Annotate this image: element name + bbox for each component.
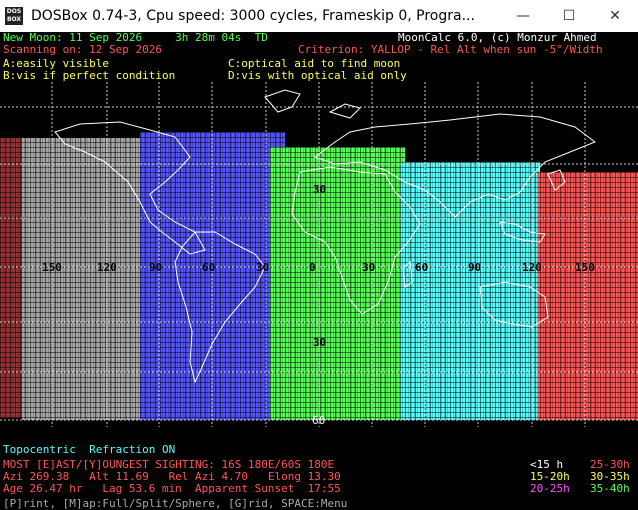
legend-d: D:vis with optical aid only bbox=[228, 69, 407, 82]
lag-legend-20-25: 20-25h bbox=[530, 482, 570, 495]
lon-label: 60 bbox=[415, 261, 428, 274]
lon-label: 150 bbox=[42, 261, 62, 274]
legend-b: B:vis if perfect condition bbox=[3, 69, 176, 82]
dos-screen: New Moon: 11 Sep 2026 3h 28m 04s TD Moon… bbox=[0, 32, 638, 510]
world-visibility-map[interactable]: 150 120 90 60 30 0 30 60 90 120 150 30 30 60 bbox=[0, 82, 638, 427]
lat-label-south: 30 bbox=[313, 336, 326, 349]
topocentric-text: Topocentric Refraction ON bbox=[3, 443, 176, 456]
window-title: DOSBox 0.74-3, Cpu speed: 3000 cycles, F… bbox=[31, 8, 475, 24]
age-text: Age 26.47 hr Lag 53.6 min Apparent Sunse… bbox=[3, 482, 341, 495]
lat-label-south-60: 60 bbox=[312, 414, 325, 427]
window-titlebar: DOS BOX DOSBox 0.74-3, Cpu speed: 3000 cy… bbox=[0, 0, 638, 32]
close-button[interactable]: ✕ bbox=[592, 0, 638, 32]
lon-label: 0 bbox=[309, 261, 316, 274]
minimize-button[interactable]: — bbox=[500, 0, 546, 32]
lon-label: 30 bbox=[362, 261, 375, 274]
lon-label: 90 bbox=[149, 261, 162, 274]
lon-label: 120 bbox=[522, 261, 542, 274]
criterion-text: Criterion: YALLOP - Rel Alt when sun -5°… bbox=[298, 43, 603, 56]
lon-label: 60 bbox=[202, 261, 215, 274]
dosbox-app-icon: DOS BOX bbox=[5, 7, 23, 25]
lon-label: 30 bbox=[256, 261, 269, 274]
footer-menu[interactable]: [P]rint, [M]ap:Full/Split/Sphere, [G]rid… bbox=[3, 498, 347, 510]
lon-label: 90 bbox=[468, 261, 481, 274]
scanning-date: Scanning on: 12 Sep 2026 bbox=[3, 43, 162, 56]
lag-legend-35-40: 35-40h bbox=[590, 482, 630, 495]
map-svg: 150 120 90 60 30 0 30 60 90 120 150 30 30 60 bbox=[0, 82, 638, 427]
lon-label: 120 bbox=[97, 261, 117, 274]
lat-label-north: 30 bbox=[313, 183, 326, 196]
lon-label: 150 bbox=[575, 261, 595, 274]
maximize-button[interactable]: ☐ bbox=[546, 0, 592, 32]
